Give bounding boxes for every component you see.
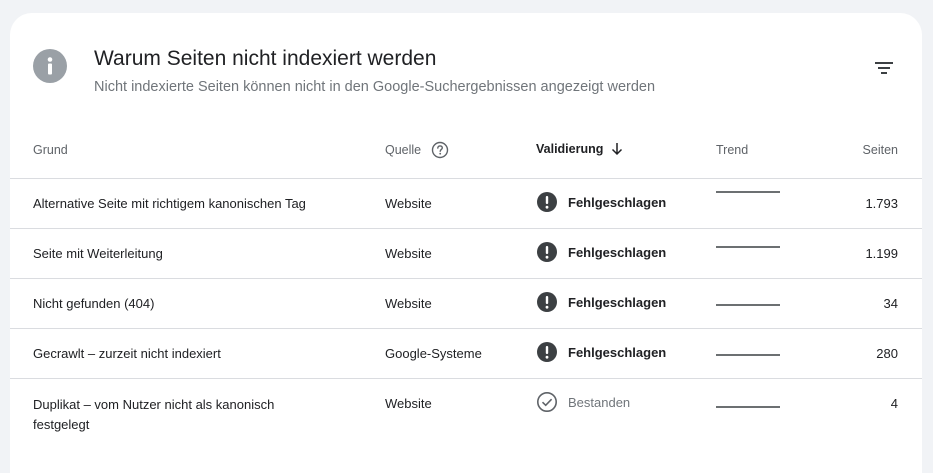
column-header-trend: Trend xyxy=(716,143,749,157)
row-reason: Nicht gefunden (404) xyxy=(33,296,155,311)
row-source: Google-Systeme xyxy=(385,346,482,361)
column-header-pages[interactable]: Seiten xyxy=(863,143,898,157)
help-circle-icon[interactable] xyxy=(431,141,449,159)
row-source: Website xyxy=(385,296,432,311)
row-pages: 280 xyxy=(876,346,898,361)
column-header-source[interactable]: Quelle xyxy=(385,141,449,159)
trend-sparkline xyxy=(716,406,780,408)
error-icon xyxy=(537,342,557,362)
card-subtitle: Nicht indexierte Seiten können nicht in … xyxy=(94,79,656,95)
row-reason: Gecrawlt – zurzeit nicht indexiert xyxy=(33,346,221,361)
validation-status-label: Fehlgeschlagen xyxy=(568,344,667,360)
validation-status-label: Fehlgeschlagen xyxy=(568,294,667,310)
row-source: Website xyxy=(385,196,432,211)
error-icon xyxy=(537,242,557,262)
row-validation: Fehlgeschlagen xyxy=(536,291,666,313)
filter-button[interactable] xyxy=(872,56,896,80)
row-source: Website xyxy=(385,246,432,261)
table-row[interactable]: Nicht gefunden (404) Website Fehlgeschla… xyxy=(10,278,922,329)
row-pages: 1.199 xyxy=(865,246,898,261)
validation-status-label: Fehlgeschlagen xyxy=(568,244,667,260)
card-title: Warum Seiten nicht indexiert werden xyxy=(94,47,437,70)
check-circle-icon xyxy=(537,392,557,412)
trend-sparkline xyxy=(716,304,780,306)
not-indexed-card: Warum Seiten nicht indexiert werden Nich… xyxy=(10,13,922,473)
validation-status-label: Fehlgeschlagen xyxy=(568,194,667,210)
row-validation: Fehlgeschlagen xyxy=(536,341,666,363)
column-header-validation-label: Validierung xyxy=(536,142,604,156)
error-icon xyxy=(537,192,557,212)
row-pages: 34 xyxy=(883,296,898,311)
row-source: Website xyxy=(385,396,432,411)
table-row[interactable]: Gecrawlt – zurzeit nicht indexiert Googl… xyxy=(10,328,922,379)
column-header-reason[interactable]: Grund xyxy=(33,143,68,157)
row-reason: Alternative Seite mit richtigem kanonisc… xyxy=(33,196,306,211)
table-row[interactable]: Alternative Seite mit richtigem kanonisc… xyxy=(10,178,922,229)
row-validation: Fehlgeschlagen xyxy=(536,241,666,263)
error-icon xyxy=(537,292,557,312)
column-header-source-label: Quelle xyxy=(385,143,422,157)
trend-sparkline xyxy=(716,246,780,248)
column-header-validation[interactable]: Validierung xyxy=(536,141,625,157)
validation-status-label: Bestanden xyxy=(568,394,631,410)
row-reason: Duplikat – vom Nutzer nicht als kanonisc… xyxy=(33,397,275,432)
filter-icon xyxy=(875,62,893,74)
table-row[interactable]: Duplikat – vom Nutzer nicht als kanonisc… xyxy=(10,378,922,449)
info-icon xyxy=(33,49,67,83)
trend-sparkline xyxy=(716,191,780,193)
row-validation: Fehlgeschlagen xyxy=(536,191,666,213)
row-pages: 4 xyxy=(890,396,898,411)
table-row[interactable]: Seite mit Weiterleitung Website Fehlgesc… xyxy=(10,228,922,279)
trend-sparkline xyxy=(716,354,780,356)
row-validation: Bestanden xyxy=(536,391,630,413)
row-pages: 1.793 xyxy=(865,196,898,211)
row-reason: Seite mit Weiterleitung xyxy=(33,246,163,261)
arrow-down-icon xyxy=(612,143,623,156)
